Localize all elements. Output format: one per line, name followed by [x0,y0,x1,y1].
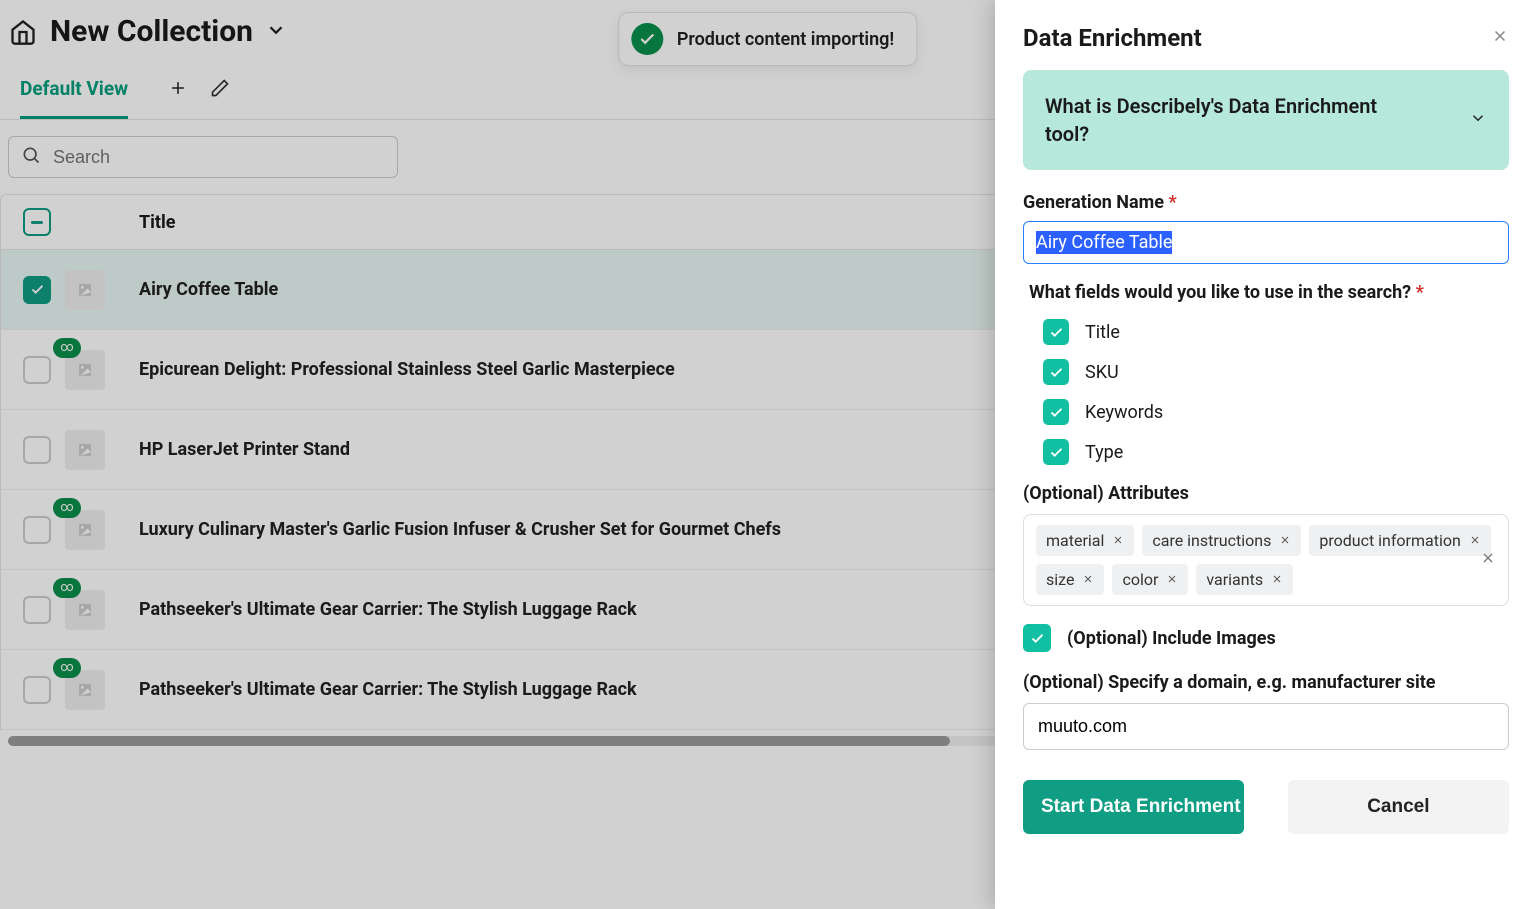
attribute-tag[interactable]: product information [1309,525,1490,556]
fields-question: What fields would you like to use in the… [1029,282,1509,303]
infinity-badge-icon: ∞ [53,338,81,358]
field-check-item[interactable]: Type [1043,439,1509,465]
field-check-item[interactable]: SKU [1043,359,1509,385]
field-checkbox[interactable] [1043,319,1069,345]
field-label: SKU [1085,362,1119,383]
chevron-down-icon [1469,109,1487,131]
header-checkbox[interactable] [23,208,51,236]
tag-label: material [1046,531,1104,550]
attribute-tag[interactable]: care instructions [1142,525,1301,556]
tag-label: product information [1319,531,1460,550]
tab-default-view[interactable]: Default View [20,77,128,119]
tag-label: care instructions [1152,531,1271,550]
row-thumbnail [65,430,105,470]
home-icon [8,17,38,47]
panel-title: Data Enrichment [1023,24,1202,52]
success-icon [631,23,663,55]
toast-message: Product content importing! [677,29,894,50]
fields-checklist: Title SKU Keywords Type [1043,319,1509,465]
tag-label: variants [1206,570,1263,589]
row-checkbox[interactable] [23,436,51,464]
attribute-tag[interactable]: size [1036,564,1104,595]
close-icon[interactable] [1491,27,1509,49]
row-thumbnail: ∞ [65,510,105,550]
field-label: Type [1085,442,1123,463]
infinity-badge-icon: ∞ [53,498,81,518]
tag-remove-icon[interactable] [1469,531,1481,550]
info-accordion[interactable]: What is Describely's Data Enrichment too… [1023,70,1509,170]
attributes-tag-box[interactable]: material care instructions product informa… [1023,514,1509,606]
field-checkbox[interactable] [1043,439,1069,465]
page-title: New Collection [50,14,253,49]
infinity-badge-icon: ∞ [53,658,81,678]
generation-name-input[interactable]: Airy Coffee Table [1023,221,1509,264]
data-enrichment-panel: Data Enrichment What is Describely's Dat… [995,0,1535,909]
search-input[interactable] [53,147,385,168]
attributes-label: (Optional) Attributes [1023,483,1509,504]
clear-tags-icon[interactable] [1480,550,1496,570]
attribute-tag[interactable]: color [1112,564,1188,595]
search-icon [21,145,41,169]
domain-input[interactable] [1023,703,1509,750]
include-images-row[interactable]: (Optional) Include Images [1023,624,1509,652]
row-checkbox[interactable] [23,356,51,384]
infinity-badge-icon: ∞ [53,578,81,598]
search-input-wrapper[interactable] [8,136,398,178]
row-checkbox[interactable] [23,276,51,304]
accordion-title: What is Describely's Data Enrichment too… [1045,92,1425,148]
field-check-item[interactable]: Title [1043,319,1509,345]
row-checkbox[interactable] [23,676,51,704]
row-checkbox[interactable] [23,596,51,624]
tag-remove-icon[interactable] [1279,531,1291,550]
toast-notification: Product content importing! [618,12,917,66]
field-checkbox[interactable] [1043,359,1069,385]
row-thumbnail: ∞ [65,350,105,390]
field-check-item[interactable]: Keywords [1043,399,1509,425]
start-enrichment-button[interactable]: Start Data Enrichment [1023,780,1244,834]
include-images-label: (Optional) Include Images [1067,628,1276,649]
tag-remove-icon[interactable] [1112,531,1124,550]
field-label: Title [1085,322,1120,343]
row-thumbnail: ∞ [65,670,105,710]
row-thumbnail [65,270,105,310]
tag-remove-icon[interactable] [1166,570,1178,589]
tag-label: color [1122,570,1158,589]
field-checkbox[interactable] [1043,399,1069,425]
field-label: Keywords [1085,402,1163,423]
tag-remove-icon[interactable] [1082,570,1094,589]
include-images-checkbox[interactable] [1023,624,1051,652]
attribute-tag[interactable]: variants [1196,564,1293,595]
tag-remove-icon[interactable] [1271,570,1283,589]
cancel-button[interactable]: Cancel [1288,780,1509,834]
chevron-down-icon[interactable] [265,19,287,45]
domain-label: (Optional) Specify a domain, e.g. manufa… [1023,672,1509,693]
edit-tab-icon[interactable] [210,78,230,102]
generation-name-label: Generation Name * [1023,192,1509,213]
add-tab-icon[interactable] [168,78,188,102]
row-checkbox[interactable] [23,516,51,544]
tag-label: size [1046,570,1074,589]
attribute-tag[interactable]: material [1036,525,1134,556]
row-thumbnail: ∞ [65,590,105,630]
